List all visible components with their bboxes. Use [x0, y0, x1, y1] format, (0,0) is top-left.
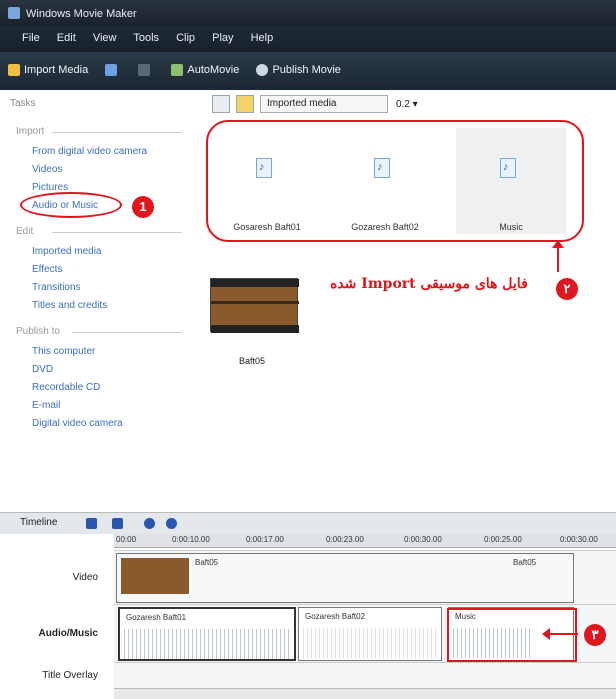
video-clip-label: Baft05: [195, 558, 219, 567]
media-item-gosaresh-baft01[interactable]: Gosaresh Baft01: [212, 128, 322, 234]
menu-play[interactable]: Play: [212, 32, 233, 44]
audio-clip-label: Gozaresh Baft02: [305, 612, 366, 621]
automovie-icon: [171, 64, 184, 76]
video-clip-baft05[interactable]: Baft05 Baft05: [116, 553, 574, 603]
media-item-music[interactable]: Music: [456, 128, 566, 234]
menu-edit[interactable]: Edit: [57, 32, 76, 44]
task-titles-credits[interactable]: Titles and credits: [32, 300, 107, 311]
media-item-label: Music: [499, 222, 523, 232]
task-transitions[interactable]: Transitions: [32, 282, 81, 293]
collection-toolbar: Imported media 0.2 ▾: [212, 94, 418, 114]
task-from-camera[interactable]: From digital video camera: [32, 146, 147, 157]
annotation-import-note: فایل های موسیقی Import شده: [330, 276, 528, 292]
audio-clip-label: Gozaresh Baft01: [126, 613, 187, 622]
undo-icon: [105, 64, 118, 76]
zoom-select[interactable]: 0.2 ▾: [396, 99, 418, 110]
annotation-arrow-3: [542, 628, 578, 640]
timeline-toolbar: Timeline: [0, 512, 616, 534]
audio-file-icon: [500, 158, 516, 178]
ruler-tick: 00:00: [116, 535, 137, 544]
ruler-tick: 0:00:30.00: [560, 535, 598, 544]
publish-movie-button[interactable]: Publish Movie: [256, 64, 341, 76]
ruler-tick: 0:00:17.00: [246, 535, 284, 544]
audio-file-icon: [374, 158, 390, 178]
folder-icon[interactable]: [236, 95, 254, 113]
ruler-tick: 0:00:25.00: [484, 535, 522, 544]
window-title: Windows Movie Maker: [26, 8, 137, 20]
collection-dropdown[interactable]: Imported media: [260, 95, 388, 113]
task-this-computer[interactable]: This computer: [32, 346, 95, 357]
ruler-tick: 0:00:10.00: [172, 535, 210, 544]
redo-button[interactable]: [138, 64, 154, 76]
zoom-fit-icon[interactable]: [166, 518, 177, 529]
section-publish-title: Publish to: [16, 326, 60, 337]
video-clip-thumb: [121, 558, 189, 594]
track-label-video: Video: [72, 572, 98, 583]
video-track[interactable]: Baft05 Baft05: [114, 550, 616, 604]
audio-clip-gozaresh-baft02[interactable]: Gozaresh Baft02: [298, 607, 442, 661]
view-toggle-icon[interactable]: [212, 95, 230, 113]
menu-clip[interactable]: Clip: [176, 32, 195, 44]
media-item-label: Gosaresh Baft01: [233, 222, 301, 232]
track-label-title-overlay: Title Overlay: [42, 670, 98, 681]
tasks-pane: Tasks Import From digital video camera V…: [0, 90, 196, 510]
menu-file[interactable]: File: [22, 32, 40, 44]
ruler-tick: 0:00:23.00: [326, 535, 364, 544]
tasks-title: Tasks: [10, 98, 36, 109]
window-titlebar: Windows Movie Maker: [0, 0, 616, 26]
media-item-label: Gozaresh Baft02: [351, 222, 419, 232]
automovie-button[interactable]: AutoMovie: [171, 64, 239, 76]
task-recordable-cd[interactable]: Recordable CD: [32, 382, 100, 393]
section-edit: Edit: [16, 226, 182, 237]
video-thumbnail-baft05[interactable]: [210, 278, 299, 333]
automovie-label: AutoMovie: [187, 64, 240, 76]
task-email[interactable]: E-mail: [32, 400, 60, 411]
video-item-label: Baft05: [238, 356, 266, 366]
video-clip-label-end: Baft05: [513, 558, 537, 567]
menu-view[interactable]: View: [93, 32, 117, 44]
audio-clip-gozaresh-baft01[interactable]: Gozaresh Baft01: [118, 607, 296, 661]
menu-tools[interactable]: Tools: [133, 32, 159, 44]
menu-bar: File Edit View Tools Clip Play Help: [0, 26, 616, 52]
task-effects[interactable]: Effects: [32, 264, 62, 275]
timeline-ruler[interactable]: 00:00 0:00:10.00 0:00:17.00 0:00:23.00 0…: [114, 534, 616, 548]
redo-icon: [138, 64, 151, 76]
audio-waveform: [303, 628, 437, 658]
annotation-badge-3: ۳: [584, 624, 606, 646]
section-import: Import: [16, 126, 182, 137]
publish-icon: [256, 64, 269, 76]
task-dvd[interactable]: DVD: [32, 364, 53, 375]
annotation-frame-3: [447, 608, 577, 662]
task-digital-camera[interactable]: Digital video camera: [32, 418, 123, 429]
zoom-in-icon[interactable]: [144, 518, 155, 529]
app-icon: [8, 7, 20, 19]
task-imported-media[interactable]: Imported media: [32, 246, 101, 257]
main-toolbar: Import Media AutoMovie Publish Movie: [0, 52, 616, 90]
annotation-circle-1: [20, 192, 122, 218]
section-edit-title: Edit: [16, 226, 34, 237]
ruler-tick: 0:00:30.00: [404, 535, 442, 544]
undo-button[interactable]: [105, 64, 121, 76]
publish-movie-label: Publish Movie: [272, 64, 341, 76]
import-media-button[interactable]: Import Media: [8, 64, 88, 76]
annotation-badge-2: ۲: [556, 278, 578, 300]
media-item-gozaresh-baft02[interactable]: Gozaresh Baft02: [330, 128, 440, 234]
title-overlay-track[interactable]: [114, 662, 616, 688]
import-icon: [8, 64, 20, 76]
timeline-scrollbar[interactable]: [114, 688, 616, 699]
task-videos[interactable]: Videos: [32, 164, 62, 175]
zoom-out-icon[interactable]: [86, 518, 97, 529]
annotation-arrow-2: [552, 240, 564, 272]
section-import-title: Import: [16, 126, 45, 137]
annotation-badge-1: 1: [132, 196, 154, 218]
audio-waveform: [124, 629, 290, 659]
audio-file-icon: [256, 158, 272, 178]
import-media-label: Import Media: [24, 64, 89, 76]
timeline-mode-select[interactable]: Timeline: [20, 517, 57, 528]
section-publish: Publish to: [16, 326, 182, 337]
play-icon[interactable]: [112, 518, 123, 529]
track-label-audio: Audio/Music: [38, 628, 98, 639]
menu-help[interactable]: Help: [251, 32, 274, 44]
